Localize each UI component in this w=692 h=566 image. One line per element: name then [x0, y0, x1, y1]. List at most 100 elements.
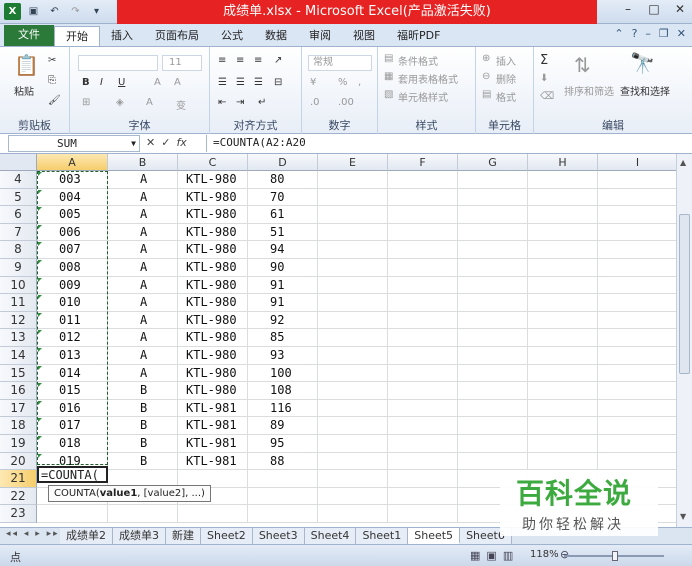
paste-button-label[interactable]: 粘贴 [14, 83, 34, 98]
cell[interactable] [318, 505, 388, 523]
minimize-icon[interactable]: – [620, 2, 636, 20]
cell[interactable] [318, 382, 388, 400]
row-header[interactable]: 16 [0, 382, 37, 400]
phonetic-button[interactable]: 变 [176, 97, 186, 112]
page-layout-view-icon[interactable]: ▣ [486, 549, 496, 562]
conditional-format-button[interactable]: 条件格式 [398, 53, 438, 68]
copy-icon[interactable]: ⎘ [48, 75, 56, 86]
cell[interactable] [598, 435, 676, 453]
delete-cells-button[interactable]: 删除 [496, 71, 516, 86]
sheet-nav-icons[interactable]: ◂◂ ◂ ▸ ▸▸ [6, 529, 60, 539]
fill-icon[interactable]: ⬇ [540, 73, 548, 84]
cell[interactable] [598, 365, 676, 383]
cell[interactable]: 85 [248, 329, 318, 347]
grow-font-button[interactable]: A [154, 77, 161, 88]
cell[interactable]: 017 [37, 417, 108, 435]
tab-insert[interactable]: 插入 [100, 26, 144, 46]
cell[interactable] [248, 470, 318, 488]
fill-color-icon[interactable]: ◈ [116, 97, 124, 108]
cell[interactable] [458, 188, 528, 207]
cell[interactable]: 100 [248, 364, 318, 383]
cell[interactable] [458, 399, 528, 418]
row-header[interactable]: 6 [0, 206, 37, 224]
maximize-icon[interactable]: □ [646, 2, 662, 20]
cell[interactable] [388, 311, 458, 330]
cell[interactable] [458, 435, 528, 453]
cell[interactable] [528, 206, 598, 224]
merge-icon[interactable]: ⊟ [274, 77, 282, 88]
cell[interactable] [598, 453, 676, 471]
cancel-edit-button[interactable]: ✕ [146, 136, 155, 149]
cell[interactable]: 007 [37, 241, 108, 259]
cell[interactable] [388, 188, 458, 207]
cell[interactable]: 108 [248, 382, 318, 400]
cell[interactable]: 013 [37, 347, 108, 365]
cell[interactable] [388, 382, 458, 400]
cell[interactable] [388, 276, 458, 295]
cell[interactable] [458, 171, 528, 189]
cell[interactable] [528, 347, 598, 365]
cell[interactable]: 018 [37, 435, 108, 453]
cell[interactable] [388, 171, 458, 189]
format-cells-button[interactable]: 格式 [496, 89, 516, 104]
align-right-icon[interactable]: ☰ [254, 77, 263, 88]
cell[interactable]: 004 [37, 188, 108, 207]
row-header[interactable]: 10 [0, 276, 37, 295]
cell[interactable]: KTL-981 [178, 435, 248, 453]
tab-data[interactable]: 数据 [254, 26, 298, 46]
column-header-d[interactable]: D [248, 154, 318, 171]
cell[interactable] [388, 417, 458, 435]
cell[interactable]: KTL-981 [178, 452, 248, 471]
cell[interactable] [178, 505, 248, 523]
cell[interactable] [318, 188, 388, 207]
cell[interactable] [598, 294, 676, 312]
cell[interactable]: KTL-980 [178, 171, 248, 189]
excel-app-icon[interactable]: X [4, 3, 21, 20]
row-header[interactable]: 13 [0, 329, 37, 347]
save-icon[interactable]: ▣ [25, 3, 42, 20]
row-header[interactable]: 17 [0, 399, 37, 418]
increase-decimal-icon[interactable]: .0 [310, 97, 320, 108]
format-painter-icon[interactable]: 🖌 [48, 95, 61, 106]
scroll-thumb[interactable] [679, 214, 690, 374]
cell[interactable] [318, 259, 388, 277]
cell[interactable] [388, 259, 458, 277]
cell[interactable]: 014 [37, 364, 108, 383]
tab-formulas[interactable]: 公式 [210, 26, 254, 46]
cell[interactable] [318, 311, 388, 330]
tab-view[interactable]: 视图 [342, 26, 386, 46]
redo-icon[interactable]: ↷ [67, 3, 84, 20]
cell[interactable] [458, 382, 528, 400]
row-header[interactable]: 7 [0, 223, 37, 242]
cell[interactable] [388, 487, 458, 506]
cell[interactable]: 94 [248, 241, 318, 259]
cell[interactable] [458, 364, 528, 383]
cell[interactable] [598, 329, 676, 347]
cell[interactable] [528, 452, 598, 471]
cell[interactable]: 003 [37, 171, 108, 189]
cell[interactable]: 011 [37, 311, 108, 330]
cell[interactable] [528, 171, 598, 189]
cell[interactable]: 016 [37, 399, 108, 418]
cell[interactable] [528, 417, 598, 435]
cell[interactable] [318, 294, 388, 312]
insert-cells-icon[interactable]: ⊕ [482, 53, 490, 64]
bold-button[interactable]: B [82, 77, 90, 88]
cell[interactable] [528, 259, 598, 277]
cell[interactable] [388, 347, 458, 365]
scroll-up-icon[interactable]: ▲ [680, 158, 686, 167]
cell[interactable]: KTL-980 [178, 206, 248, 224]
doc-minimize-icon[interactable]: – [645, 27, 651, 40]
cell[interactable]: A [108, 364, 178, 383]
cell[interactable] [318, 206, 388, 224]
cell[interactable] [388, 452, 458, 471]
font-color-button[interactable]: A [146, 97, 153, 108]
select-all-corner[interactable] [0, 154, 37, 171]
zoom-slider[interactable] [564, 551, 664, 561]
row-header[interactable]: 5 [0, 188, 37, 207]
cell[interactable] [318, 171, 388, 189]
cell[interactable] [388, 364, 458, 383]
cell[interactable]: A [108, 347, 178, 365]
cell[interactable] [318, 399, 388, 418]
sheet-tab[interactable]: Sheet2 [201, 528, 253, 544]
